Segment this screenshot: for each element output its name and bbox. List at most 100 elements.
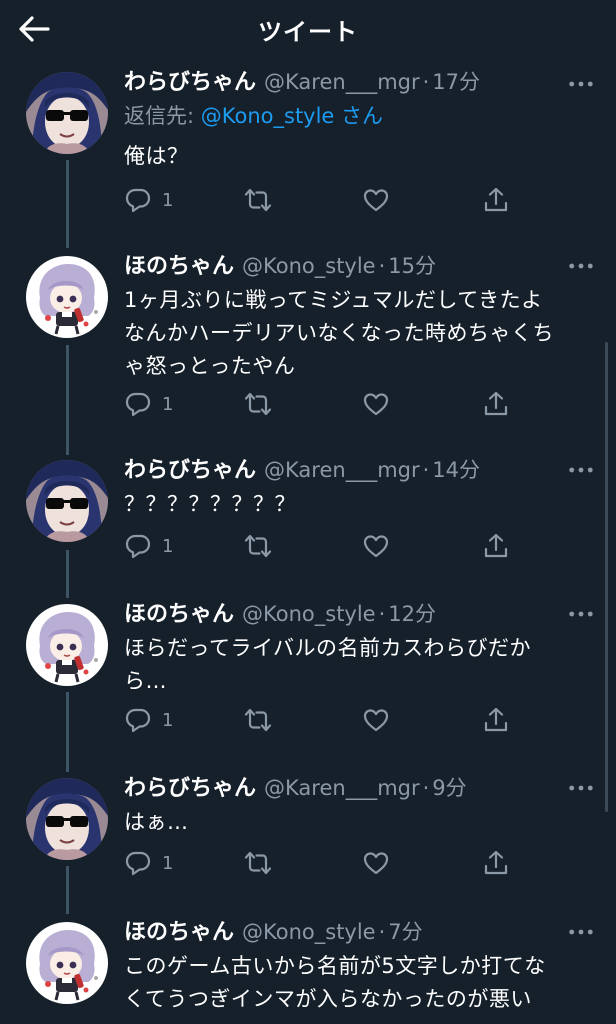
retweet-button[interactable]	[244, 845, 272, 881]
share-icon	[482, 186, 510, 214]
tweet[interactable]: ほのちゃん @Kono_style · 7分 このゲーム古いから名前が5文字しか…	[0, 914, 616, 1024]
timestamp[interactable]: 15分	[388, 250, 436, 280]
heart-icon	[362, 390, 390, 418]
author-name[interactable]: わらびちゃん	[124, 770, 256, 802]
avatar[interactable]	[26, 72, 108, 154]
reply-button[interactable]: 1	[124, 182, 173, 218]
tweet-actions: 1	[124, 528, 524, 564]
more-button[interactable]	[564, 602, 598, 626]
reply-icon	[124, 186, 152, 214]
tweet-actions: 1	[124, 702, 524, 738]
chibi-avatar-image	[26, 256, 108, 338]
sunglasses-avatar-image	[26, 778, 108, 860]
author-handle[interactable]: @Kono_style	[242, 920, 376, 944]
reply-icon	[124, 532, 152, 560]
author-name[interactable]: ほのちゃん	[124, 596, 234, 628]
separator-dot: ·	[422, 70, 430, 94]
reply-to-suffix: さん	[334, 104, 384, 128]
reply-button[interactable]: 1	[124, 845, 173, 881]
avatar[interactable]	[26, 922, 108, 1004]
timestamp[interactable]: 17分	[432, 66, 480, 96]
heart-icon	[362, 532, 390, 560]
header-bar: ツイート	[0, 0, 616, 56]
separator-dot: ·	[422, 776, 430, 800]
more-dots-icon	[568, 784, 594, 792]
more-button[interactable]	[564, 72, 598, 96]
author-handle[interactable]: @Karen___mgr	[264, 458, 420, 482]
timestamp[interactable]: 12分	[388, 598, 436, 628]
retweet-button[interactable]	[244, 528, 272, 564]
retweet-icon	[244, 390, 272, 418]
more-button[interactable]	[564, 776, 598, 800]
tweet[interactable]: ほのちゃん @Kono_style · 15分 1ヶ月ぶりに戦ってミジュマルだし…	[0, 248, 616, 448]
sunglasses-avatar-image	[26, 72, 108, 154]
author-name[interactable]: ほのちゃん	[124, 248, 234, 280]
reply-button[interactable]: 1	[124, 386, 173, 422]
heart-icon	[362, 706, 390, 734]
avatar[interactable]	[26, 256, 108, 338]
author-name[interactable]: わらびちゃん	[124, 452, 256, 484]
like-button[interactable]	[362, 182, 390, 218]
reply-icon	[124, 706, 152, 734]
like-button[interactable]	[362, 845, 390, 881]
separator-dot: ·	[378, 602, 386, 626]
share-button[interactable]	[482, 528, 510, 564]
chibi-avatar-image	[26, 922, 108, 1004]
author-handle[interactable]: @Kono_style	[242, 602, 376, 626]
author-name[interactable]: ほのちゃん	[124, 914, 234, 946]
more-dots-icon	[568, 610, 594, 618]
heart-icon	[362, 849, 390, 877]
timestamp[interactable]: 7分	[388, 916, 422, 946]
retweet-button[interactable]	[244, 182, 272, 218]
separator-dot: ·	[378, 920, 386, 944]
more-dots-icon	[568, 928, 594, 936]
reply-count: 1	[162, 189, 174, 211]
avatar[interactable]	[26, 778, 108, 860]
timestamp[interactable]: 14分	[432, 454, 480, 484]
avatar[interactable]	[26, 460, 108, 542]
share-icon	[482, 706, 510, 734]
reply-button[interactable]: 1	[124, 528, 173, 564]
author-handle[interactable]: @Kono_style	[242, 254, 376, 278]
author-name[interactable]: わらびちゃん	[124, 64, 256, 96]
share-button[interactable]	[482, 702, 510, 738]
share-icon	[482, 849, 510, 877]
retweet-icon	[244, 532, 272, 560]
like-button[interactable]	[362, 386, 390, 422]
avatar[interactable]	[26, 604, 108, 686]
tweet[interactable]: ほのちゃん @Kono_style · 12分 ほらだってライバルの名前カスわら…	[0, 596, 616, 766]
author-handle[interactable]: @Karen___mgr	[264, 776, 420, 800]
tweet[interactable]: わらびちゃん @Karen___mgr · 14分 ？？？？？？？？ 1	[0, 452, 616, 592]
share-button[interactable]	[482, 386, 510, 422]
retweet-icon	[244, 186, 272, 214]
reply-to-line: 返信先: @Kono_style さん	[124, 100, 596, 132]
share-button[interactable]	[482, 182, 510, 218]
separator-dot: ·	[378, 254, 386, 278]
retweet-icon	[244, 849, 272, 877]
reply-button[interactable]: 1	[124, 702, 173, 738]
tweet[interactable]: わらびちゃん @Karen___mgr · 9分 はぁ… 1	[0, 770, 616, 910]
timestamp[interactable]: 9分	[432, 772, 466, 802]
more-button[interactable]	[564, 920, 598, 944]
reply-count: 1	[162, 852, 174, 874]
like-button[interactable]	[362, 528, 390, 564]
author-handle[interactable]: @Karen___mgr	[264, 70, 420, 94]
more-dots-icon	[568, 262, 594, 270]
chibi-avatar-image	[26, 604, 108, 686]
retweet-button[interactable]	[244, 702, 272, 738]
reply-icon	[124, 849, 152, 877]
reply-to-mention[interactable]: @Kono_style	[201, 104, 335, 128]
separator-dot: ·	[422, 458, 430, 482]
share-button[interactable]	[482, 845, 510, 881]
retweet-button[interactable]	[244, 386, 272, 422]
more-button[interactable]	[564, 254, 598, 278]
more-dots-icon	[568, 466, 594, 474]
tweet-actions: 1	[124, 182, 524, 218]
more-dots-icon	[568, 80, 594, 88]
tweet-text: ほらだってライバルの名前カスわらびだか ら…	[124, 636, 532, 693]
tweet[interactable]: わらびちゃん @Karen___mgr · 17分 返信先: @Kono_sty…	[0, 64, 616, 240]
reply-count: 1	[162, 393, 174, 415]
tweet-text: このゲーム古いから名前が5文字しか打てな くてうつぎインマが入らなかったのが悪い	[124, 954, 546, 1011]
more-button[interactable]	[564, 458, 598, 482]
like-button[interactable]	[362, 702, 390, 738]
